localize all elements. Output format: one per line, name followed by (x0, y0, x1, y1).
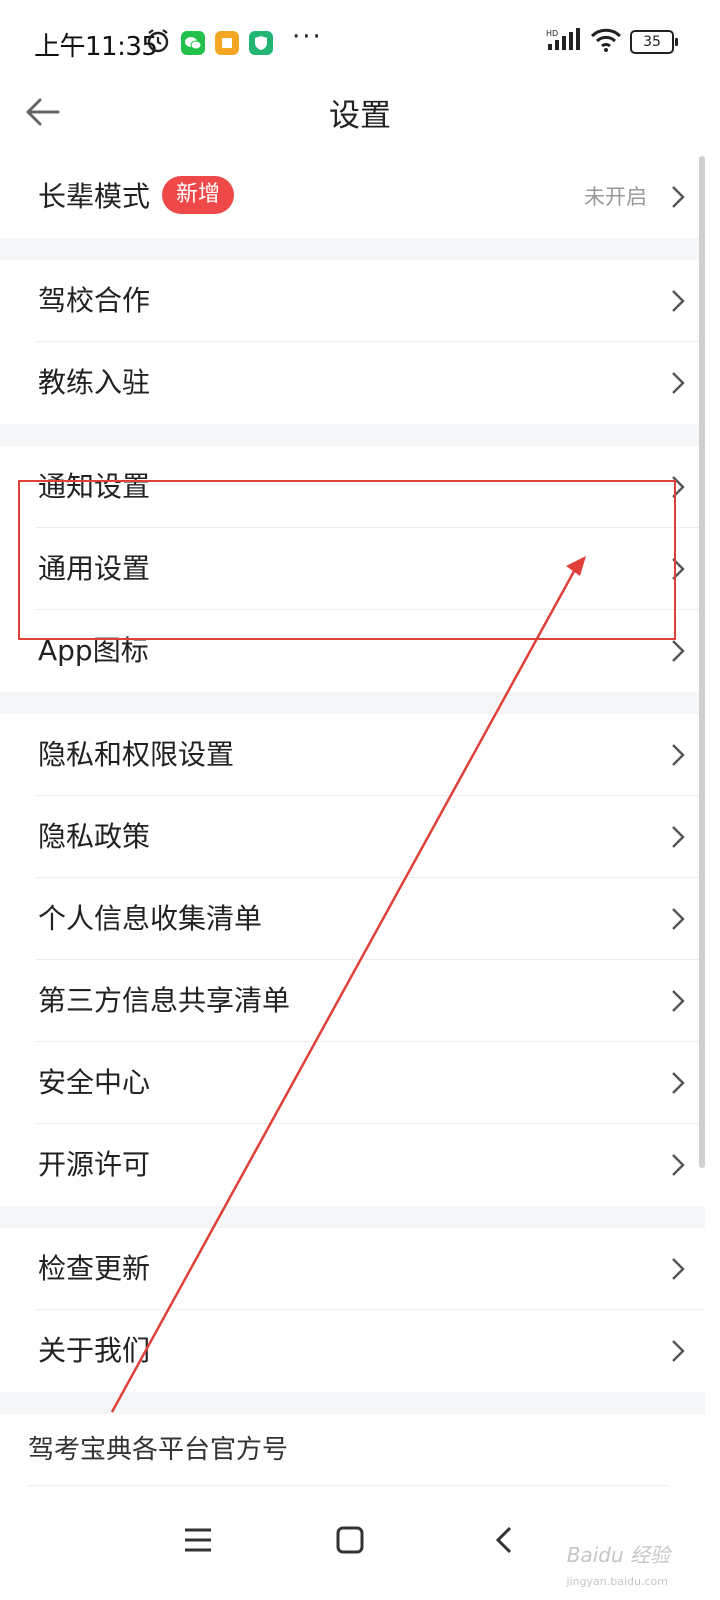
watermark-url: jingyan.baidu.com (566, 1575, 668, 1588)
settings-item-label: App图标 (38, 634, 149, 667)
section-gap (0, 238, 705, 260)
settings-item-third-party-sharing[interactable]: 第三方信息共享清单 (0, 960, 705, 1042)
chevron-right-icon (672, 186, 685, 208)
settings-item-security-center[interactable]: 安全中心 (0, 1042, 705, 1124)
elder-mode-status: 未开启 (584, 185, 647, 209)
official-accounts-item[interactable]: 驾考宝典各平台官方号 (0, 1414, 705, 1486)
settings-item-label: 检查更新 (38, 1252, 151, 1285)
settings-item-label: 第三方信息共享清单 (38, 984, 291, 1017)
more-notifications-icon: ··· (292, 22, 323, 52)
system-navigation-bar: Baidu 经验 jingyan.baidu.com (0, 1488, 720, 1600)
settings-item-label: 隐私政策 (38, 820, 151, 853)
chevron-right-icon (672, 640, 685, 662)
section-gap (0, 424, 705, 446)
settings-item-open-source[interactable]: 开源许可 (0, 1124, 705, 1206)
settings-list: 长辈模式 新增 未开启 驾校合作 教练入驻 通知设置 通用设置 App图标 隐私和… (0, 156, 705, 1414)
settings-item-notification[interactable]: 通知设置 (0, 446, 705, 528)
settings-item-label: 长辈模式 新增 (38, 156, 235, 238)
chevron-right-icon (672, 558, 685, 580)
chevron-right-icon (672, 744, 685, 766)
chevron-right-icon (672, 908, 685, 930)
settings-item-coach-join[interactable]: 教练入驻 (0, 342, 705, 424)
chevron-right-icon (672, 476, 685, 498)
chevron-right-icon (672, 372, 685, 394)
security-app-icon (249, 31, 273, 55)
section-gap (0, 1392, 705, 1414)
settings-item-app-icon[interactable]: App图标 (0, 610, 705, 692)
chevron-right-icon (672, 990, 685, 1012)
scrollbar[interactable] (699, 156, 705, 1168)
settings-item-label: 关于我们 (38, 1334, 151, 1367)
settings-item-driving-school[interactable]: 驾校合作 (0, 260, 705, 342)
section-gap (0, 1206, 705, 1228)
home-button[interactable] (320, 1510, 380, 1570)
cellular-signal-icon: HD (546, 28, 582, 56)
menu-button[interactable] (168, 1510, 228, 1570)
settings-item-privacy-policy[interactable]: 隐私政策 (0, 796, 705, 878)
notification-icons (145, 28, 273, 58)
home-square-icon (336, 1526, 364, 1554)
new-badge: 新增 (162, 176, 235, 214)
section-gap (0, 692, 705, 714)
back-nav-button[interactable] (474, 1510, 534, 1570)
settings-item-label: 开源许可 (38, 1148, 151, 1181)
chevron-right-icon (672, 1340, 685, 1362)
chevron-right-icon (672, 826, 685, 848)
settings-item-label: 驾校合作 (38, 284, 151, 317)
status-time: 上午11:35 (34, 32, 158, 62)
settings-item-label: 通用设置 (38, 552, 151, 585)
settings-item-privacy-permissions[interactable]: 隐私和权限设置 (0, 714, 705, 796)
settings-item-about-us[interactable]: 关于我们 (0, 1310, 705, 1392)
chevron-right-icon (672, 1258, 685, 1280)
settings-item-label: 安全中心 (38, 1066, 151, 1099)
settings-item-elder-mode[interactable]: 长辈模式 新增 未开启 (0, 156, 705, 238)
page-title: 设置 (329, 98, 391, 134)
chevron-left-icon (495, 1526, 512, 1554)
settings-item-check-update[interactable]: 检查更新 (0, 1228, 705, 1310)
app-header: 设置 (0, 72, 720, 152)
settings-item-label: 教练入驻 (38, 366, 151, 399)
chevron-right-icon (672, 290, 685, 312)
settings-item-label: 隐私和权限设置 (38, 738, 235, 771)
wechat-icon (181, 31, 205, 55)
notes-app-icon (215, 31, 239, 55)
system-status: HD 35 (546, 28, 678, 56)
battery-indicator: 35 (630, 30, 678, 54)
divider (28, 1485, 669, 1486)
settings-item-label: 个人信息收集清单 (38, 902, 263, 935)
settings-item-general[interactable]: 通用设置 (0, 528, 705, 610)
watermark-logo: Baidu 经验 (566, 1543, 670, 1567)
menu-icon (185, 1528, 211, 1552)
alarm-icon (145, 28, 171, 58)
settings-item-label: 通知设置 (38, 470, 151, 503)
official-accounts-label: 驾考宝典各平台官方号 (28, 1435, 289, 1465)
settings-item-personal-info[interactable]: 个人信息收集清单 (0, 878, 705, 960)
wifi-icon (590, 28, 622, 56)
chevron-right-icon (672, 1072, 685, 1094)
chevron-right-icon (672, 1154, 685, 1176)
svg-text:HD: HD (546, 29, 558, 38)
